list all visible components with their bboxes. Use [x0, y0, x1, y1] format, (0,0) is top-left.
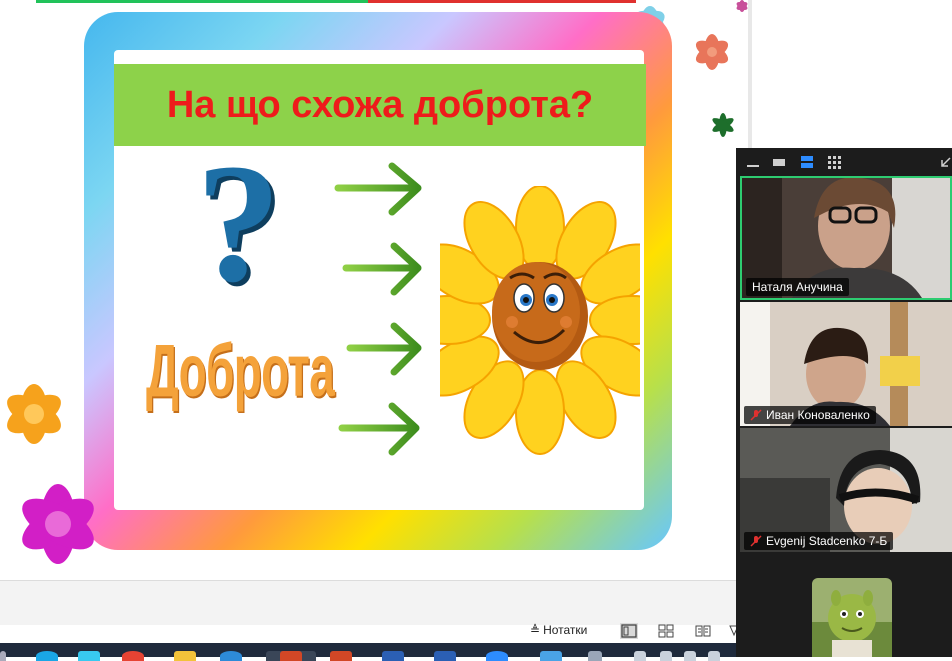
arrow-icon [338, 402, 420, 456]
arrow-icon [342, 242, 422, 296]
progress-bar-green [36, 0, 368, 3]
participant-name-label: Наталя Анучина [746, 278, 849, 296]
word-icon[interactable] [434, 651, 456, 661]
avatar [812, 578, 892, 657]
decor-flower-icon [695, 34, 729, 70]
sunflower-icon [440, 186, 640, 455]
notes-label: Нотатки [543, 623, 588, 637]
minimize-icon[interactable] [744, 154, 762, 170]
tray-icon[interactable] [684, 651, 696, 661]
panel-toolbar [736, 148, 952, 176]
participant-name-label: Иван Коноваленко [744, 406, 876, 424]
start-icon[interactable] [0, 651, 6, 661]
decor-flower-icon [736, 0, 748, 12]
store-icon[interactable] [78, 651, 100, 661]
participant-tile[interactable]: Evgenij Stadcenko 7-Б [740, 428, 952, 552]
participants-panel: Наталя Анучина Иван Коноваленко Evgenij … [736, 148, 952, 657]
app-icon[interactable] [540, 651, 562, 661]
progress-bar-red [368, 0, 636, 3]
notes-icon: ≜ [530, 623, 541, 637]
mic-muted-icon [750, 535, 762, 547]
notes-button[interactable]: ≜ Нотатки [530, 623, 587, 637]
tray-icon[interactable] [708, 651, 720, 661]
app-icon[interactable] [588, 651, 602, 661]
arrows-group [334, 162, 422, 456]
speaker-view-icon[interactable] [770, 154, 788, 170]
strip-view-icon[interactable] [798, 154, 816, 170]
decor-flower-icon [712, 113, 734, 137]
question-mark-icon: ? [196, 129, 281, 317]
zoom-icon[interactable] [486, 651, 508, 661]
opera-icon[interactable] [122, 651, 144, 661]
decor-flower-icon [22, 484, 94, 564]
decor-flower-icon [7, 384, 61, 444]
edge-icon[interactable] [36, 651, 58, 661]
title-band: На що схожа доброта? [114, 64, 646, 146]
status-bar: ≜ Нотатки [0, 580, 740, 639]
powerpoint-icon[interactable] [330, 651, 352, 661]
participant-tile[interactable]: Иван Коноваленко [740, 302, 952, 426]
tray-icon[interactable] [660, 651, 672, 661]
folder-icon[interactable] [174, 651, 196, 661]
arrow-icon [334, 162, 422, 216]
powerpoint-icon[interactable] [280, 651, 302, 661]
slide-title: На що схожа доброта? [166, 83, 594, 126]
mic-muted-icon [750, 409, 762, 421]
arrow-icon [346, 322, 422, 376]
reading-view-icon[interactable] [694, 623, 712, 639]
participant-name-label: Evgenij Stadcenko 7-Б [744, 532, 894, 550]
participant-tile[interactable]: Наталя Анучина [740, 176, 952, 300]
app-icon[interactable] [220, 651, 242, 661]
slide-area: На що схожа доброта? ? Доброта [0, 0, 748, 580]
dobrota-word: Доброта [146, 329, 335, 412]
slide-sorter-icon[interactable] [657, 623, 675, 639]
scrollbar[interactable] [748, 0, 752, 148]
collapse-arrow-icon[interactable] [938, 154, 952, 170]
participant-tile[interactable] [740, 554, 952, 657]
word-icon[interactable] [382, 651, 404, 661]
gallery-grid-icon[interactable] [826, 154, 844, 170]
normal-view-icon[interactable] [620, 623, 638, 639]
tray-icon[interactable] [634, 651, 646, 661]
